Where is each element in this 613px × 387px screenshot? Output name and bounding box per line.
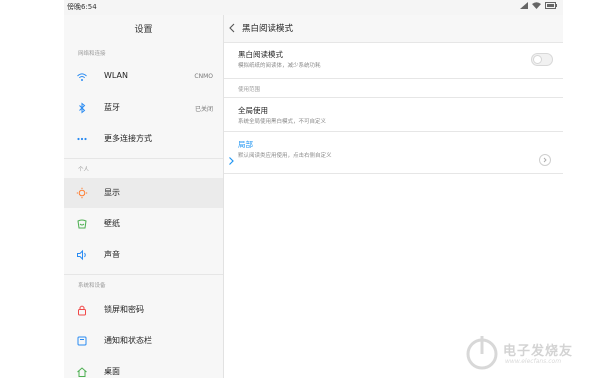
sidebar-item-more-connections[interactable]: 更多连接方式 [64, 124, 223, 154]
bw-reading-toggle[interactable] [531, 53, 553, 66]
option-title: 全局使用 [238, 106, 268, 115]
bluetooth-status: 已关闭 [194, 106, 213, 113]
wifi-icon [531, 2, 541, 9]
sidebar-item-lock-screen[interactable]: 锁屏和密码 [64, 295, 223, 325]
watermark-logo-icon [466, 336, 498, 370]
sidebar-item-sound[interactable]: 声音 [64, 240, 223, 270]
selected-indicator-icon [229, 157, 234, 165]
sidebar-item-wlan[interactable]: WLAN CNMO [64, 62, 223, 92]
page-title: 黑白阅读模式 [242, 24, 294, 34]
watermark-url: www.elecfans.com [505, 358, 562, 365]
sidebar-item-label: 壁纸 [104, 219, 120, 228]
sidebar-item-bluetooth[interactable]: 蓝牙 已关闭 [64, 93, 223, 123]
wallpaper-icon [77, 219, 87, 229]
sidebar-item-wallpaper[interactable]: 壁纸 [64, 209, 223, 239]
divider [224, 78, 563, 79]
wlan-status: CNMO [194, 73, 213, 80]
divider [64, 274, 223, 275]
detail-header: 黑白阅读模式 [224, 15, 563, 43]
battery-icon [545, 2, 557, 9]
sidebar-item-label: 通知和状态栏 [104, 336, 152, 345]
option-subtitle: 默认阅读类应用使用，点击右侧自定义 [238, 153, 332, 159]
option-title: 局部 [238, 140, 253, 149]
sidebar-item-label: 更多连接方式 [104, 134, 152, 143]
toggle-knob [533, 55, 542, 64]
display-icon [76, 187, 88, 199]
status-icons [519, 2, 557, 11]
more-icon [77, 137, 87, 141]
divider [224, 173, 563, 174]
watermark: 电子发烧友 www.elecfans.com [465, 328, 613, 378]
sidebar-item-display[interactable]: 显示 [64, 178, 223, 208]
bluetooth-icon [79, 102, 86, 114]
sidebar-item-label: 声音 [104, 250, 120, 259]
detail-panel: 黑白阅读模式 黑白阅读模式 模拟纸纸的阅读体，减少系统功耗 使用范围 全局使用 … [224, 15, 563, 378]
sidebar-item-label: 桌面 [104, 367, 120, 376]
signal-icon [519, 2, 528, 9]
lock-icon [78, 305, 86, 316]
notification-icon [77, 336, 87, 346]
status-time: 傍晚6:54 [67, 3, 97, 11]
sidebar-item-label: WLAN [104, 71, 129, 80]
home-icon [77, 367, 87, 377]
sidebar-title: 设置 [134, 25, 153, 35]
section-usage-scope: 使用范围 [238, 87, 261, 93]
divider [224, 131, 563, 132]
option-subtitle: 系统全局使用黑白模式，不可自定义 [238, 119, 327, 125]
sidebar-item-label: 蓝牙 [104, 103, 120, 112]
status-bar: 傍晚6:54 [64, 0, 563, 15]
customize-button[interactable] [539, 154, 551, 166]
sidebar-item-label: 锁屏和密码 [104, 305, 144, 314]
chevron-right-icon [543, 157, 547, 163]
section-personal: 个人 [78, 167, 90, 173]
toggle-row-subtitle: 模拟纸纸的阅读体，减少系统功耗 [238, 63, 321, 69]
sidebar-item-label: 显示 [104, 188, 120, 197]
settings-sidebar: 设置 网络和连接 WLAN CNMO 蓝牙 已关闭 更多连接方式 个人 显示 壁… [64, 15, 224, 378]
sound-icon [77, 249, 86, 261]
section-system: 系统和设备 [78, 283, 106, 289]
divider [64, 158, 223, 159]
toggle-row-title: 黑白阅读模式 [238, 50, 283, 59]
sidebar-item-notifications[interactable]: 通知和状态栏 [64, 326, 223, 356]
sidebar-item-home[interactable]: 桌面 [64, 357, 223, 387]
section-network: 网络和连接 [78, 51, 106, 57]
back-arrow-icon[interactable] [227, 21, 237, 35]
watermark-text: 电子发烧友 [503, 344, 574, 359]
divider [224, 97, 563, 98]
wifi-icon [77, 73, 87, 81]
